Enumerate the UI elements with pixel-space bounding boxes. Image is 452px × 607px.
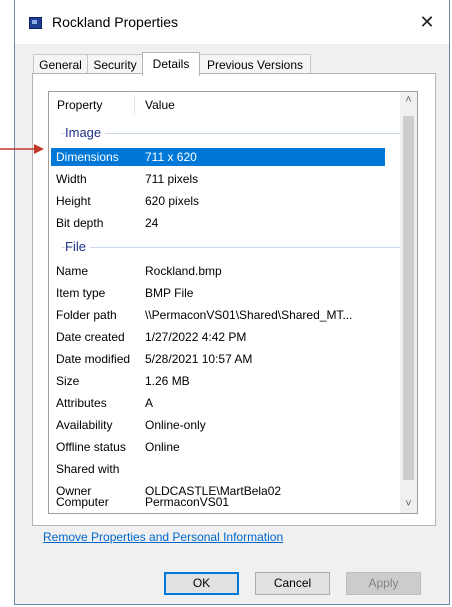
scrollbar-thumb[interactable] (403, 116, 414, 480)
row-size[interactable]: Size 1.26 MB (51, 372, 385, 390)
property-value: 1/27/2022 4:42 PM (145, 330, 247, 344)
property-value: Rockland.bmp (145, 264, 222, 278)
group-header-file: File (61, 239, 401, 255)
property-name: Width (56, 172, 87, 186)
group-divider (61, 133, 401, 134)
property-name: Computer (56, 495, 109, 509)
group-header-image: Image (61, 125, 401, 141)
row-bit-depth[interactable]: Bit depth 24 (51, 214, 385, 232)
property-value: Online (145, 440, 180, 454)
close-icon[interactable]: ✕ (415, 10, 439, 34)
property-name: Availability (56, 418, 113, 432)
row-item-type[interactable]: Item type BMP File (51, 284, 385, 302)
vertical-scrollbar[interactable]: ˄ ˅ (400, 92, 417, 513)
details-tab-panel: Property Value Image Dimensions 711 x 62… (32, 73, 436, 526)
row-width[interactable]: Width 711 pixels (51, 170, 385, 188)
property-name: Bit depth (56, 216, 104, 230)
row-dimensions[interactable]: Dimensions 711 x 620 (51, 148, 385, 166)
tab-details[interactable]: Details (142, 52, 200, 76)
remove-properties-link[interactable]: Remove Properties and Personal Informati… (43, 530, 283, 544)
list-header: Property Value (49, 92, 401, 118)
title-bar[interactable]: Rockland Properties ✕ (15, 0, 449, 44)
group-label: Image (65, 125, 106, 140)
bmp-file-icon (29, 17, 42, 29)
value-column-header[interactable]: Value (145, 98, 175, 112)
row-date-created[interactable]: Date created 1/27/2022 4:42 PM (51, 328, 385, 346)
property-name: Dimensions (56, 150, 119, 164)
property-name: Date modified (56, 352, 131, 366)
property-name: Item type (56, 286, 106, 300)
property-name: Attributes (56, 396, 107, 410)
property-value: 711 x 620 (145, 150, 197, 164)
property-value: A (145, 396, 154, 410)
tab-general[interactable]: General (33, 54, 88, 74)
row-computer[interactable]: Computer PermaconVS01 (51, 493, 385, 511)
row-name[interactable]: Name Rockland.bmp (51, 262, 385, 280)
property-name: Offline status (56, 440, 126, 454)
group-label: File (65, 239, 90, 254)
property-value: 24 (145, 216, 159, 230)
row-offline-status[interactable]: Offline status Online (51, 438, 385, 456)
chevron-down-icon[interactable]: ˅ (400, 496, 417, 513)
row-height[interactable]: Height 620 pixels (51, 192, 385, 210)
property-value: 711 pixels (145, 172, 199, 186)
row-date-modified[interactable]: Date modified 5/28/2021 10:57 AM (51, 350, 385, 368)
property-name: Date created (56, 330, 125, 344)
property-name: Name (56, 264, 89, 278)
properties-dialog: Rockland Properties ✕ General Security D… (14, 0, 450, 605)
property-column-header[interactable]: Property (57, 98, 102, 112)
property-value: 620 pixels (145, 194, 200, 208)
property-value: 5/28/2021 10:57 AM (145, 352, 253, 366)
apply-button[interactable]: Apply (346, 572, 421, 595)
details-list[interactable]: Property Value Image Dimensions 711 x 62… (48, 91, 418, 514)
row-attributes[interactable]: Attributes A (51, 394, 385, 412)
window-title: Rockland Properties (52, 14, 179, 30)
ok-button[interactable]: OK (164, 572, 239, 595)
property-value: Online-only (145, 418, 206, 432)
chevron-up-icon[interactable]: ˄ (400, 92, 417, 109)
property-name: Height (56, 194, 91, 208)
property-value: \\PermaconVS01\Shared\Shared_MT... (145, 308, 353, 322)
property-name: Folder path (56, 308, 117, 322)
property-value: BMP File (145, 286, 194, 300)
row-availability[interactable]: Availability Online-only (51, 416, 385, 434)
row-shared-with[interactable]: Shared with (51, 460, 385, 478)
red-arrow-icon (0, 144, 44, 154)
property-value: 1.26 MB (145, 374, 190, 388)
cancel-button[interactable]: Cancel (255, 572, 330, 595)
property-name: Shared with (56, 462, 120, 476)
row-folder-path[interactable]: Folder path \\PermaconVS01\Shared\Shared… (51, 306, 385, 324)
group-divider (61, 247, 401, 248)
tab-security[interactable]: Security (87, 54, 143, 74)
property-value: PermaconVS01 (145, 495, 230, 509)
tab-previous-versions[interactable]: Previous Versions (199, 54, 311, 74)
property-name: Size (56, 374, 80, 388)
column-divider[interactable] (134, 95, 135, 115)
